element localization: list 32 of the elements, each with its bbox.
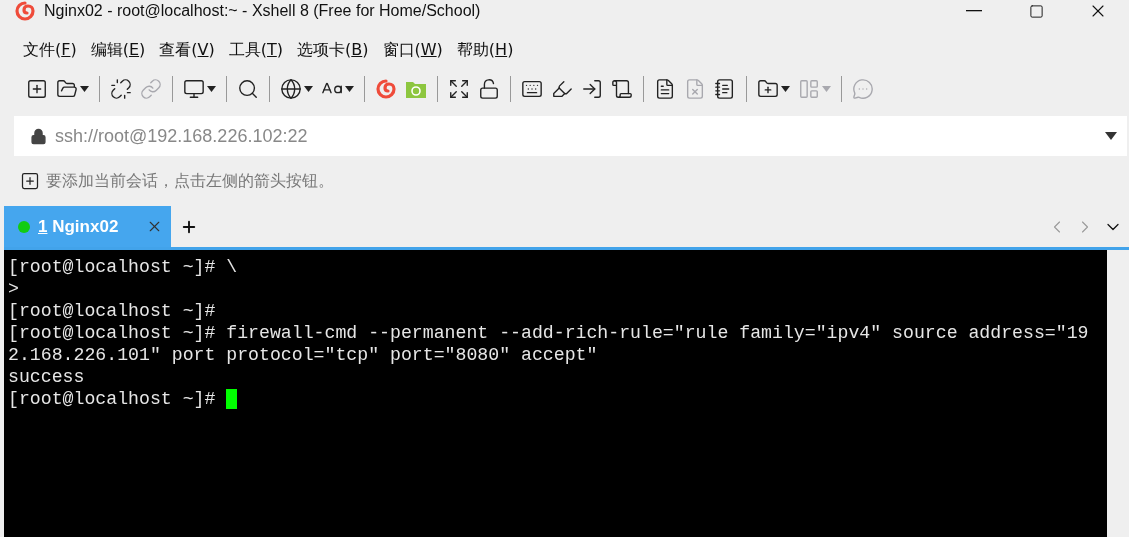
caret-icon <box>781 86 790 92</box>
lock-icon <box>30 127 47 145</box>
menu-item[interactable]: 编辑(E) <box>83 39 153 61</box>
tab-label: 1 Nginx02 <box>38 216 119 237</box>
session-hint: 要添加当前会话，点击左侧的箭头按钮。 <box>46 170 334 192</box>
address-bar[interactable]: ssh://root@192.168.226.102:22 <box>14 116 1127 156</box>
terminal-line: 2.168.226.101" port protocol="tcp" port="8080" accept" <box>8 344 599 366</box>
window-title: Nginx02 - root@localhost:~ - Xshell 8 (Free for Home/School) <box>44 2 481 20</box>
minimize-icon <box>966 10 982 12</box>
caret-icon <box>80 86 89 92</box>
caret-icon <box>304 86 313 92</box>
menu-item[interactable]: 文件(F) <box>16 39 84 61</box>
menu-item[interactable]: 窗口(W) <box>375 39 450 61</box>
menu-item[interactable]: 选项卡(B) <box>290 39 376 61</box>
terminal[interactable] <box>4 250 1107 537</box>
terminal-line: > <box>8 278 20 300</box>
terminal-line: [root@localhost ~]# \ <box>8 256 239 278</box>
menu-item[interactable]: 工具(T) <box>221 39 291 61</box>
dropdown-caret-icon[interactable] <box>1105 132 1117 140</box>
caret-icon <box>345 86 354 92</box>
caret-icon <box>207 86 216 92</box>
add-session-icon[interactable] <box>20 171 40 191</box>
terminal-line: [root@localhost ~]# <box>8 300 217 322</box>
address-field[interactable]: ssh://root@192.168.226.102:22 <box>53 124 1105 148</box>
app-logo-icon <box>14 1 36 21</box>
terminal-line: [root@localhost ~]# <box>8 388 1107 410</box>
terminal-line: [root@localhost ~]# firewall-cmd --permanent --add-rich-rule="rule family="ipv4" source address="19 <box>8 322 1090 344</box>
caret-icon <box>822 86 831 92</box>
menu-item[interactable]: 帮助(H) <box>449 39 521 61</box>
terminal-line: success <box>8 366 86 388</box>
maximize-icon <box>1028 3 1044 19</box>
menu-item[interactable]: 查看(V) <box>152 39 222 61</box>
